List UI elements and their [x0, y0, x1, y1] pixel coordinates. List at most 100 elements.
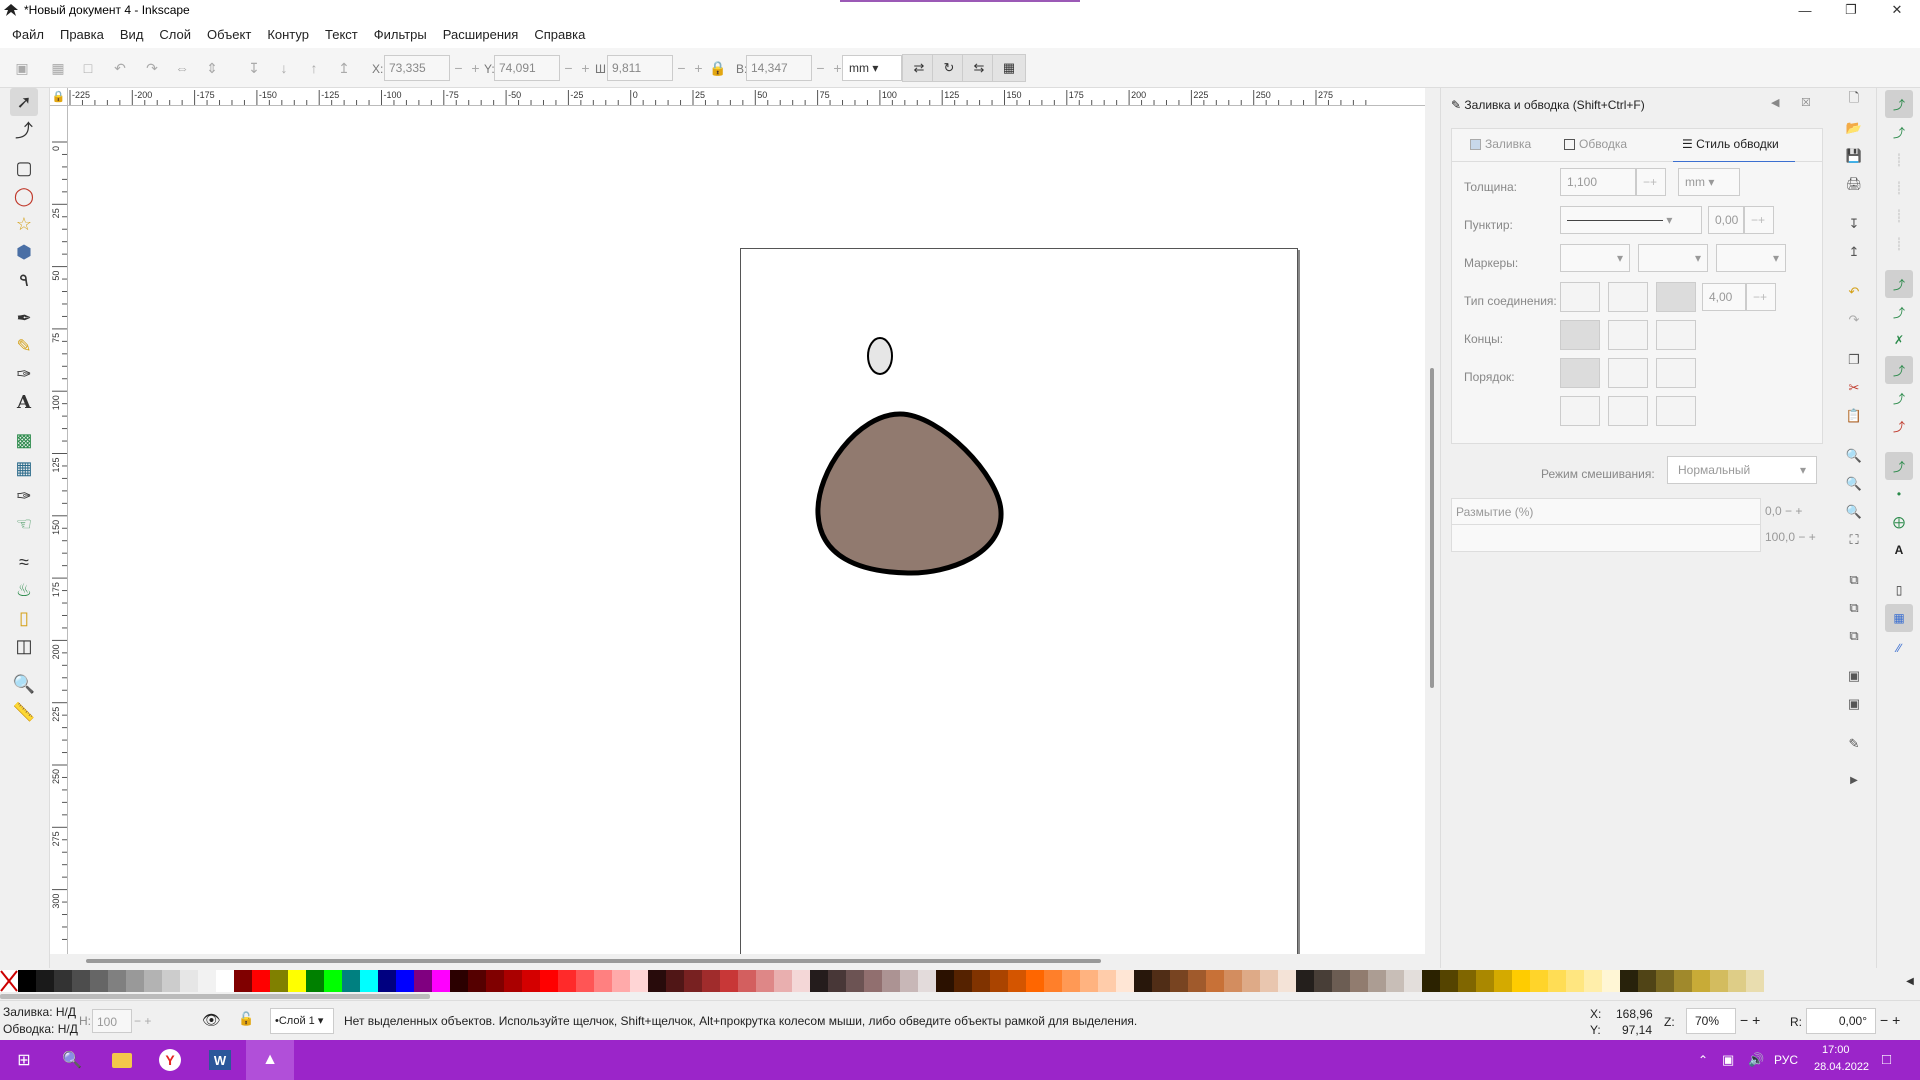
snap-centers-icon[interactable]: • [1885, 480, 1913, 508]
move-gradients-icon[interactable]: ⇆ [962, 54, 996, 82]
stroke-width-input[interactable]: 1,100 [1560, 168, 1636, 196]
ellipse-tool-icon[interactable]: ◯ [10, 182, 38, 210]
3d-box-tool-icon[interactable]: ⬢ [10, 238, 38, 266]
color-swatch[interactable] [1242, 970, 1260, 992]
color-swatch[interactable] [36, 970, 54, 992]
color-swatch[interactable] [198, 970, 216, 992]
clock-time[interactable]: 17:00 [1822, 1044, 1850, 1056]
eraser-tool-icon[interactable]: ▯ [10, 604, 38, 632]
color-swatch[interactable] [450, 970, 468, 992]
duplicate-icon[interactable]: ⧉ [1842, 568, 1866, 592]
color-swatch[interactable] [756, 970, 774, 992]
zoom-page-icon[interactable]: 🔍 [1842, 500, 1866, 524]
color-swatch[interactable] [774, 970, 792, 992]
y-input[interactable]: 74,091 [494, 55, 560, 81]
color-swatch[interactable] [18, 970, 36, 992]
color-swatch[interactable] [846, 970, 864, 992]
color-swatch[interactable] [684, 970, 702, 992]
dock-float-icon[interactable]: ◀ [1771, 96, 1779, 109]
unlink-clone-icon[interactable]: ⧉ [1842, 624, 1866, 648]
stroke-width-stepper[interactable]: −+ [1636, 168, 1666, 196]
color-swatch[interactable] [576, 970, 594, 992]
dash-offset-stepper[interactable]: −+ [1744, 206, 1774, 234]
color-swatch[interactable] [882, 970, 900, 992]
snap-bbox-corners-icon[interactable]: ┊ [1885, 174, 1913, 202]
color-swatch[interactable] [126, 970, 144, 992]
print-icon[interactable]: 🖨 [1842, 172, 1866, 196]
color-swatch[interactable] [972, 970, 990, 992]
snap-grid-icon[interactable]: ▦ [1885, 604, 1913, 632]
color-swatch[interactable] [612, 970, 630, 992]
color-swatch[interactable] [144, 970, 162, 992]
clock-date[interactable]: 28.04.2022 [1814, 1061, 1869, 1073]
maximize-button[interactable]: ❐ [1828, 0, 1874, 20]
notifications-icon[interactable]: □ [1882, 1051, 1891, 1068]
color-swatch[interactable] [1422, 970, 1440, 992]
input-language[interactable]: РУС [1774, 1053, 1798, 1067]
color-swatch[interactable] [1008, 970, 1026, 992]
snap-bbox-centers-icon[interactable]: ┊ [1885, 230, 1913, 258]
mesh-tool-icon[interactable]: ▦ [10, 454, 38, 482]
color-swatch[interactable] [108, 970, 126, 992]
color-swatch[interactable] [522, 970, 540, 992]
square-cap-icon[interactable] [1656, 320, 1696, 350]
height-input[interactable]: 14,347 [746, 55, 812, 81]
scale-stroke-icon[interactable]: ⇄ [902, 54, 936, 82]
color-swatch[interactable] [270, 970, 288, 992]
color-swatch[interactable] [1134, 970, 1152, 992]
calligraphy-tool-icon[interactable]: ✑ [10, 360, 38, 388]
lock-ratio-icon[interactable]: 🔒 [706, 56, 730, 80]
color-swatch[interactable] [1440, 970, 1458, 992]
color-swatch[interactable] [288, 970, 306, 992]
color-swatch[interactable] [1224, 970, 1242, 992]
network-icon[interactable]: ▣ [1722, 1052, 1734, 1068]
color-swatch[interactable] [54, 970, 72, 992]
import-icon[interactable]: ↧ [1842, 212, 1866, 236]
opacity-value[interactable]: 100,0 − + [1761, 524, 1821, 552]
y-stepper[interactable]: − + [560, 55, 594, 81]
inkscape-taskbar-icon[interactable]: ▲ [246, 1040, 294, 1080]
pen-tool-icon[interactable]: ✒ [10, 304, 38, 332]
color-swatch[interactable] [1620, 970, 1638, 992]
stroke-unit-select[interactable]: mm ▾ [1678, 168, 1740, 196]
round-cap-icon[interactable] [1608, 320, 1648, 350]
gradient-tool-icon[interactable]: ▩ [10, 426, 38, 454]
color-swatch[interactable] [1404, 970, 1422, 992]
redo-icon[interactable]: ↷ [1842, 308, 1866, 332]
color-swatch[interactable] [1368, 970, 1386, 992]
color-swatch[interactable] [1152, 970, 1170, 992]
paste-icon[interactable]: 📋 [1842, 404, 1866, 428]
miter-limit-stepper[interactable]: −+ [1746, 283, 1776, 311]
snap-rotation-center-icon[interactable]: ⨁ [1885, 508, 1913, 536]
tweak-tool-icon[interactable]: ≈ [10, 548, 38, 576]
color-swatch[interactable] [306, 970, 324, 992]
word-icon[interactable]: W [196, 1040, 244, 1080]
tab-fill[interactable]: Заливка [1470, 137, 1531, 151]
zoom-stepper[interactable]: − + [1740, 1012, 1760, 1028]
layer-lock-icon[interactable]: 🔓 [238, 1011, 254, 1027]
raise-icon[interactable]: ↑ [302, 56, 326, 80]
color-swatch[interactable] [900, 970, 918, 992]
order-fill-stroke-markers-icon[interactable] [1560, 358, 1600, 388]
color-swatch[interactable] [1062, 970, 1080, 992]
color-swatch[interactable] [720, 970, 738, 992]
color-swatch[interactable] [1026, 970, 1044, 992]
miter-limit-input[interactable]: 4,00 [1702, 283, 1746, 311]
color-swatch[interactable] [1170, 970, 1188, 992]
color-swatch[interactable] [936, 970, 954, 992]
color-swatch[interactable] [1188, 970, 1206, 992]
rotation-input[interactable]: 0,00° [1806, 1008, 1876, 1034]
yandex-browser-icon[interactable]: Y [146, 1040, 194, 1080]
order-fill-markers-stroke-icon[interactable] [1656, 358, 1696, 388]
menu-text[interactable]: Текст [317, 27, 366, 42]
measure-tool-icon[interactable]: 📏 [10, 698, 38, 726]
menu-object[interactable]: Объект [199, 27, 259, 42]
no-paint-swatch[interactable] [0, 970, 18, 992]
deselect-icon[interactable]: □ [76, 56, 100, 80]
order-stroke-markers-fill-icon[interactable] [1608, 396, 1648, 426]
color-swatch[interactable] [1656, 970, 1674, 992]
color-swatch[interactable] [954, 970, 972, 992]
snap-paths-icon[interactable]: ⤴ [1885, 298, 1913, 326]
zoom-tool-icon[interactable]: 🔍 [10, 670, 38, 698]
rotate-ccw-icon[interactable]: ↶ [108, 56, 132, 80]
